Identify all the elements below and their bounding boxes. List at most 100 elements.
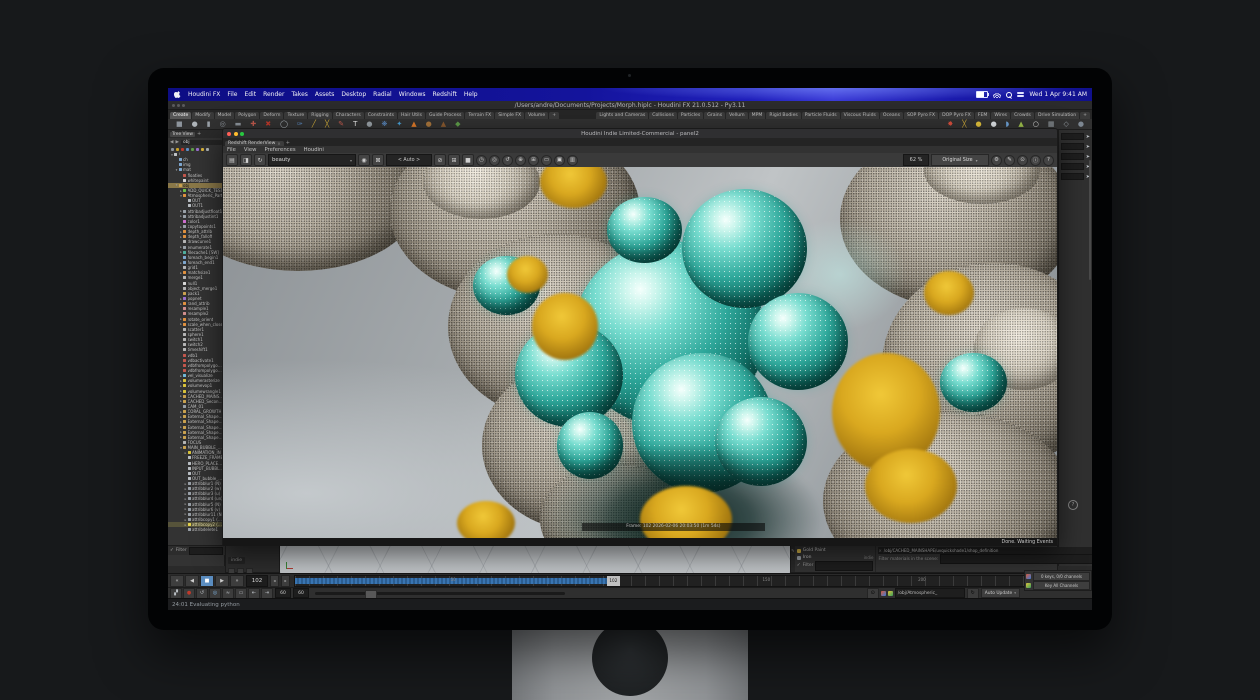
menubar-item[interactable]: Help bbox=[464, 91, 478, 98]
scoped-path-field[interactable]: /obj/Atmospheric_ bbox=[895, 588, 965, 598]
renderview-menu-item[interactable]: View bbox=[244, 147, 257, 153]
tree-expand-arrow[interactable]: ▸ bbox=[184, 523, 188, 527]
menubar-item[interactable]: Render bbox=[263, 91, 284, 98]
zoom-window-button[interactable] bbox=[240, 132, 244, 136]
shelf-tab[interactable]: Particle Fluids bbox=[802, 112, 840, 119]
shelf-tab[interactable]: Particles bbox=[678, 112, 703, 119]
param-field[interactable] bbox=[1061, 163, 1084, 170]
shelf-tab[interactable]: Oceans bbox=[880, 112, 903, 119]
frame-forward-button[interactable]: ▸ bbox=[281, 575, 290, 587]
scrollbar[interactable] bbox=[1089, 160, 1091, 280]
toolbar-circle-icon[interactable]: ⊞ bbox=[528, 155, 539, 166]
shelf-tab[interactable]: MPM bbox=[749, 112, 766, 119]
filter-check-icon[interactable]: ✓ bbox=[797, 563, 801, 568]
playbar-tool-icon[interactable]: ◎ bbox=[209, 588, 221, 599]
tree-expand-arrow[interactable]: ▸ bbox=[184, 497, 188, 501]
playbar-tool-icon[interactable]: ⇥ bbox=[261, 588, 273, 599]
playbar-tool-icon[interactable]: ⇤ bbox=[248, 588, 260, 599]
key-all-channels-dropdown[interactable]: Key All Channels bbox=[1033, 581, 1090, 590]
jump-arrow-icon[interactable]: ➤ bbox=[1086, 144, 1090, 150]
param-field[interactable] bbox=[1061, 143, 1084, 150]
toolbar-icon[interactable]: ◉ bbox=[358, 154, 370, 166]
keys-summary[interactable]: 0 keys, 0/0 channels bbox=[1033, 572, 1090, 581]
tree-expand-arrow[interactable]: ▸ bbox=[184, 512, 188, 516]
renderview-menu-item[interactable]: File bbox=[227, 147, 236, 153]
channel-icon[interactable] bbox=[888, 591, 893, 596]
playbar-tool-icon[interactable]: ↺ bbox=[196, 588, 208, 599]
shelf-tab[interactable]: Simple FX bbox=[495, 112, 524, 119]
renderview-menu-item[interactable]: Houdini bbox=[304, 147, 324, 153]
transport-button[interactable]: ▶ bbox=[215, 575, 229, 587]
tab-tree-view[interactable]: Tree View bbox=[170, 132, 195, 137]
toolbar-icon[interactable]: ■ bbox=[462, 154, 474, 166]
apple-menu-icon[interactable] bbox=[174, 91, 181, 99]
shelf-tool-icon[interactable]: ▮ bbox=[207, 119, 211, 130]
playbar-tool-icon[interactable]: ▞ bbox=[170, 588, 182, 599]
timeline-ruler[interactable]: 50100150200 102 bbox=[294, 575, 1044, 587]
material-item[interactable]: Gold Paint bbox=[797, 547, 874, 554]
toolbar-circle-icon[interactable]: ✎ bbox=[1004, 155, 1015, 166]
tab-redshift-renderview[interactable]: Redshift RenderView × bbox=[225, 141, 284, 146]
shelf-tab[interactable]: Terrain FX bbox=[465, 112, 494, 119]
toolbar-circle-icon[interactable]: ▭ bbox=[541, 155, 552, 166]
window-traffic-lights[interactable] bbox=[172, 104, 185, 107]
menubar-item[interactable]: Takes bbox=[291, 91, 307, 98]
refresh-icon[interactable]: ↻ bbox=[967, 588, 979, 599]
shelf-tab[interactable]: Collisions bbox=[649, 112, 677, 119]
forward-arrow-icon[interactable]: ▶ bbox=[175, 140, 178, 145]
shelf-tab[interactable]: Volume bbox=[525, 112, 548, 119]
close-tab-icon[interactable]: × bbox=[277, 141, 280, 146]
renderview-menu-item[interactable]: Preferences bbox=[264, 147, 295, 153]
new-pane-tab-button[interactable]: + bbox=[286, 140, 290, 146]
battery-icon[interactable] bbox=[976, 91, 988, 98]
filter-check-icon[interactable]: ✓ bbox=[170, 548, 174, 553]
menubar-item[interactable]: Windows bbox=[399, 91, 426, 98]
spotlight-search-icon[interactable] bbox=[1006, 92, 1012, 98]
tree-expand-arrow[interactable]: ▸ bbox=[184, 518, 188, 522]
close-icon[interactable]: × bbox=[878, 548, 881, 553]
jump-arrow-icon[interactable]: ➤ bbox=[1086, 134, 1090, 140]
param-field[interactable] bbox=[1061, 133, 1084, 140]
shelf-tab[interactable]: Lights and Cameras bbox=[596, 112, 648, 119]
current-frame-field[interactable]: 102 bbox=[246, 575, 268, 587]
fps-field2[interactable]: 60 bbox=[293, 588, 309, 598]
toolbar-icon[interactable]: ⊠ bbox=[372, 154, 384, 166]
shelf-tab[interactable]: SOP Pyro FX bbox=[904, 112, 938, 119]
new-tab-button[interactable]: + bbox=[197, 131, 201, 137]
menubar-item[interactable]: Desktop bbox=[341, 91, 366, 98]
transport-button[interactable]: » bbox=[230, 575, 244, 587]
tree-filter-input[interactable] bbox=[189, 547, 223, 555]
aov-dropdown[interactable]: beauty bbox=[268, 154, 356, 166]
menubar-item[interactable]: Houdini FX bbox=[188, 91, 220, 98]
auto-update-dropdown[interactable]: Auto Update bbox=[981, 588, 1020, 598]
close-window-button[interactable] bbox=[227, 132, 231, 136]
menubar-clock[interactable]: Wed 1 Apr 9:41 AM bbox=[1029, 91, 1087, 98]
shelf-tab[interactable]: + bbox=[549, 112, 559, 119]
menubar-item[interactable]: Radial bbox=[373, 91, 392, 98]
renderview-titlebar[interactable]: Houdini Indie Limited-Commercial - panel… bbox=[223, 129, 1057, 138]
toolbar-circle-icon[interactable]: ⓘ bbox=[1030, 155, 1041, 166]
timeline-zoom-slider[interactable] bbox=[315, 592, 565, 595]
help-icon[interactable]: ? bbox=[1068, 500, 1078, 510]
auto-mode-dropdown[interactable]: < Auto > bbox=[386, 154, 432, 166]
shelf-tool-icon[interactable]: ● bbox=[192, 119, 198, 130]
shelf-tab[interactable]: Viscous Fluids bbox=[841, 112, 879, 119]
wifi-icon[interactable] bbox=[993, 92, 1001, 98]
toolbar-circle-icon[interactable]: ⚙ bbox=[991, 155, 1002, 166]
network-editor-strip[interactable] bbox=[280, 543, 790, 573]
shelf-tab[interactable]: Rigid Bodies bbox=[766, 112, 800, 119]
shelf-tool-icon[interactable]: ◇ bbox=[1064, 119, 1069, 130]
material-filter-input[interactable] bbox=[815, 561, 873, 571]
shelf-tool-icon[interactable]: ● bbox=[1078, 119, 1084, 130]
toolbar-icon[interactable]: ↻ bbox=[254, 154, 266, 166]
scope-icon[interactable] bbox=[881, 591, 886, 596]
frame-back-button[interactable]: ◂ bbox=[270, 575, 279, 587]
menubar-item[interactable]: File bbox=[227, 91, 237, 98]
toolbar-circle-icon[interactable]: ◷ bbox=[476, 155, 487, 166]
zoom-percent-field[interactable]: 62 % bbox=[903, 154, 929, 166]
playbar-tool-icon[interactable]: ● bbox=[183, 588, 195, 599]
menubar-item[interactable]: Assets bbox=[315, 91, 335, 98]
tree-expand-arrow[interactable]: ▸ bbox=[184, 492, 188, 496]
minimize-window-button[interactable] bbox=[234, 132, 238, 136]
shelf-tab[interactable]: Grains bbox=[704, 112, 725, 119]
